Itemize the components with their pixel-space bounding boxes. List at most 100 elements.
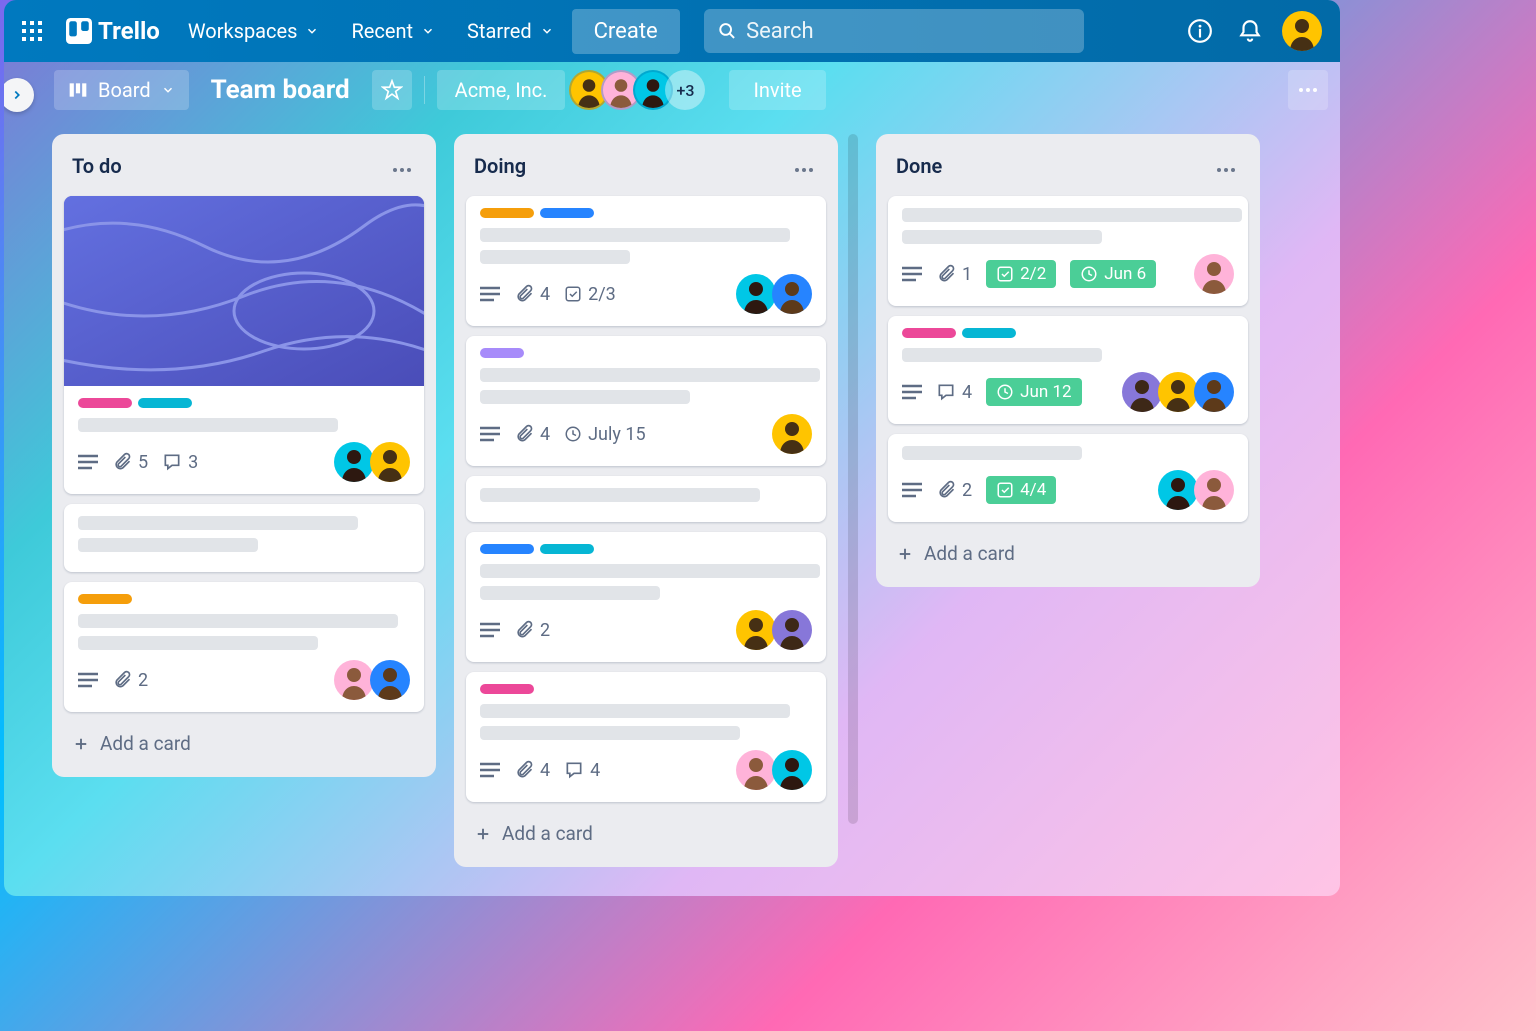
search-container[interactable] [704, 9, 1084, 53]
member-avatar[interactable] [1158, 372, 1198, 412]
member-avatar[interactable] [1122, 372, 1162, 412]
starred-dropdown[interactable]: Starred [453, 11, 568, 51]
list-menu-button[interactable] [388, 150, 416, 182]
member-avatar[interactable] [334, 442, 374, 482]
member-avatar[interactable] [1194, 372, 1234, 412]
checklist-done-badge: 2/2 [986, 260, 1056, 288]
member-avatar[interactable] [772, 750, 812, 790]
list: To do 53 2 Add a card [52, 134, 436, 777]
card-label [480, 684, 534, 694]
card-members [338, 660, 410, 700]
member-avatar[interactable] [772, 274, 812, 314]
chevron-right-icon [10, 88, 24, 102]
divider [424, 76, 425, 104]
info-button[interactable] [1182, 13, 1218, 49]
member-avatar[interactable] [1158, 470, 1198, 510]
user-avatar[interactable] [1282, 11, 1322, 51]
due-done-badge: Jun 12 [986, 378, 1081, 406]
card-title-placeholder [480, 704, 790, 718]
member-avatar[interactable] [370, 660, 410, 700]
chevron-down-icon [305, 24, 319, 38]
card-label [78, 398, 132, 408]
card[interactable]: 4 Jun 12 [888, 316, 1248, 424]
description-icon [78, 454, 98, 470]
description-icon [902, 384, 922, 400]
card[interactable] [64, 504, 424, 572]
list-title[interactable]: Done [896, 154, 942, 178]
member-avatar[interactable] [334, 660, 374, 700]
card[interactable]: 12/2Jun 6 [888, 196, 1248, 306]
notifications-button[interactable] [1232, 13, 1268, 49]
star-board-button[interactable] [372, 70, 412, 110]
dots-icon [1298, 87, 1318, 93]
list-title[interactable]: Doing [474, 154, 526, 178]
card-label [480, 348, 524, 358]
card[interactable]: 42/3 [466, 196, 826, 326]
description-icon [902, 482, 922, 498]
description-icon [480, 426, 500, 442]
more-members-button[interactable]: +3 [665, 70, 705, 110]
trello-icon [66, 18, 92, 44]
card[interactable]: 53 [64, 196, 424, 494]
card[interactable]: 2 [64, 582, 424, 712]
card-members [338, 442, 410, 482]
add-card-button[interactable]: Add a card [466, 812, 826, 855]
attachments-badge: 5 [112, 452, 148, 473]
board-menu-button[interactable] [1288, 70, 1328, 110]
card[interactable]: 4July 15 [466, 336, 826, 466]
card-members [740, 610, 812, 650]
expand-sidebar-button[interactable] [4, 78, 34, 112]
attachments-badge: 2 [936, 480, 972, 501]
apps-menu-button[interactable] [12, 11, 52, 51]
workspaces-dropdown[interactable]: Workspaces [174, 11, 334, 51]
card-title-placeholder [480, 726, 740, 740]
search-input[interactable] [746, 19, 1070, 44]
member-avatar[interactable] [772, 610, 812, 650]
workspace-name[interactable]: Acme, Inc. [437, 70, 566, 110]
checklist-badge: 2/3 [564, 284, 616, 305]
trello-logo[interactable]: Trello [56, 17, 170, 45]
member-avatar[interactable] [370, 442, 410, 482]
chevron-down-icon [161, 83, 175, 97]
list-menu-button[interactable] [790, 150, 818, 182]
card[interactable]: 2 [466, 532, 826, 662]
card-label [902, 328, 956, 338]
comments-badge: 4 [936, 382, 972, 403]
list: Done 12/2Jun 6 4 Jun 12 24/4 Add a card [876, 134, 1260, 587]
board-lists: To do 532 Add a card Doing 42/34July 152… [4, 118, 1340, 883]
board-view-switcher[interactable]: Board [54, 70, 189, 110]
card-members [1198, 254, 1234, 294]
member-avatar[interactable] [736, 750, 776, 790]
add-card-button[interactable]: Add a card [64, 722, 424, 765]
description-icon [78, 672, 98, 688]
list-title[interactable]: To do [72, 154, 122, 178]
card-title-placeholder [78, 614, 398, 628]
avatar-icon [1282, 11, 1322, 51]
create-button[interactable]: Create [572, 9, 680, 54]
add-card-button[interactable]: Add a card [888, 532, 1248, 575]
member-avatar[interactable] [736, 274, 776, 314]
member-avatar[interactable] [1194, 470, 1234, 510]
card-label [78, 594, 132, 604]
card-label [540, 544, 594, 554]
card-title-placeholder [78, 636, 318, 650]
list-menu-button[interactable] [1212, 150, 1240, 182]
top-navigation: Trello Workspaces Recent Starred Create [4, 0, 1340, 62]
card-label [138, 398, 192, 408]
card-cover-image [64, 196, 424, 386]
card-title-placeholder [902, 208, 1242, 222]
member-avatar[interactable] [1194, 254, 1234, 294]
member-avatar[interactable] [772, 414, 812, 454]
member-avatar[interactable] [736, 610, 776, 650]
recent-dropdown[interactable]: Recent [337, 11, 449, 51]
board-title[interactable]: Team board [201, 75, 360, 105]
card[interactable]: 24/4 [888, 434, 1248, 522]
card[interactable]: 44 [466, 672, 826, 802]
card-badges: 24/4 [902, 476, 1056, 504]
scrollbar[interactable] [848, 134, 858, 824]
card-title-placeholder [78, 538, 258, 552]
card[interactable] [466, 476, 826, 522]
card-members [1162, 470, 1234, 510]
invite-button[interactable]: Invite [729, 70, 825, 110]
card-title-placeholder [78, 418, 338, 432]
